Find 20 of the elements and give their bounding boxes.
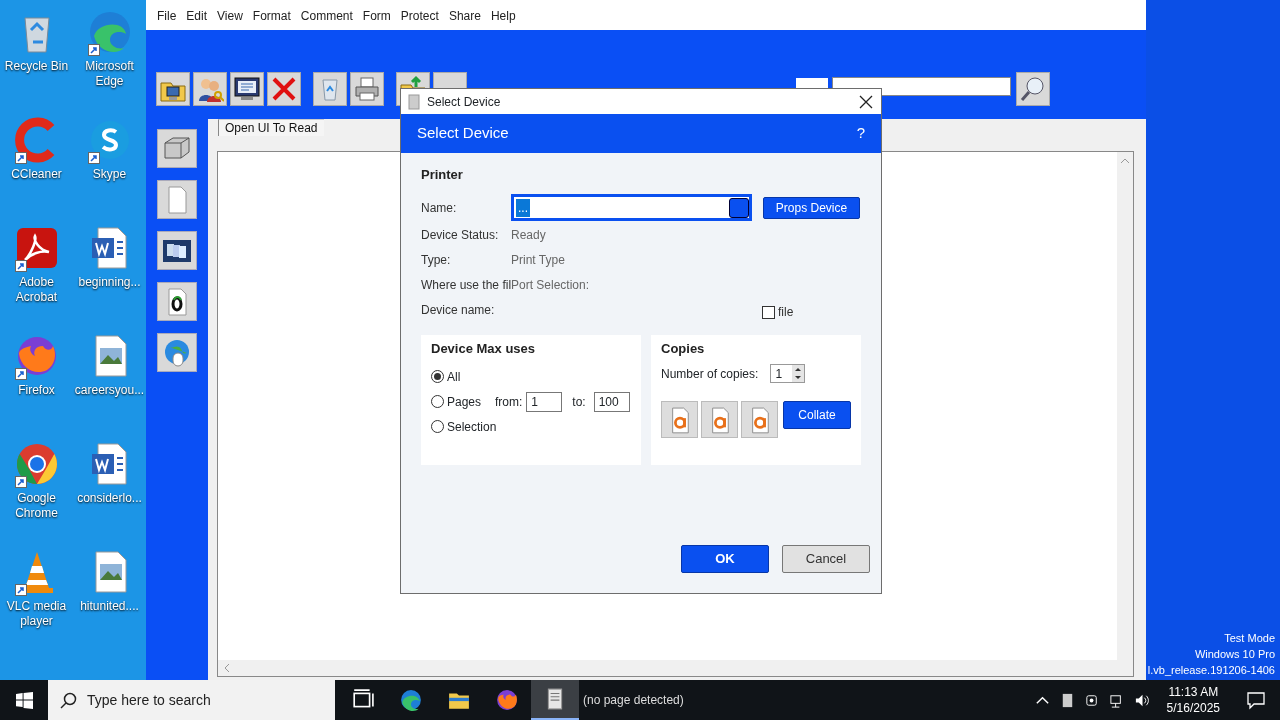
- panel-title: Device Max uses: [431, 339, 537, 358]
- field-label: from:: [495, 393, 523, 411]
- field-label: Type:: [421, 252, 452, 269]
- desktop-watermark-text: Windows 10 Pro: [1193, 647, 1275, 662]
- field-label: Name:: [421, 199, 458, 217]
- field-value: Ready: [511, 227, 546, 244]
- field-label: Number of copies:: [661, 365, 759, 383]
- panel-title: Copies: [661, 339, 706, 358]
- search-placeholder: Type here to search: [87, 690, 211, 710]
- field-value: Print Type: [511, 252, 565, 269]
- field-label: Device name:: [421, 302, 496, 319]
- field-value: Port Selection:: [511, 277, 590, 294]
- section-title: Printer: [421, 166, 464, 184]
- field-label: to:: [572, 393, 586, 411]
- desktop-watermark-text: l.vb_release.191206-1406: [1147, 663, 1275, 678]
- desktop-watermark-text: Test Mode: [1223, 631, 1275, 646]
- field-label: Device Status:: [421, 227, 500, 244]
- field-label: Where use the fil: [421, 277, 511, 294]
- dialog-heading: Select Device: [417, 123, 509, 144]
- window-title: Select Device: [427, 93, 501, 111]
